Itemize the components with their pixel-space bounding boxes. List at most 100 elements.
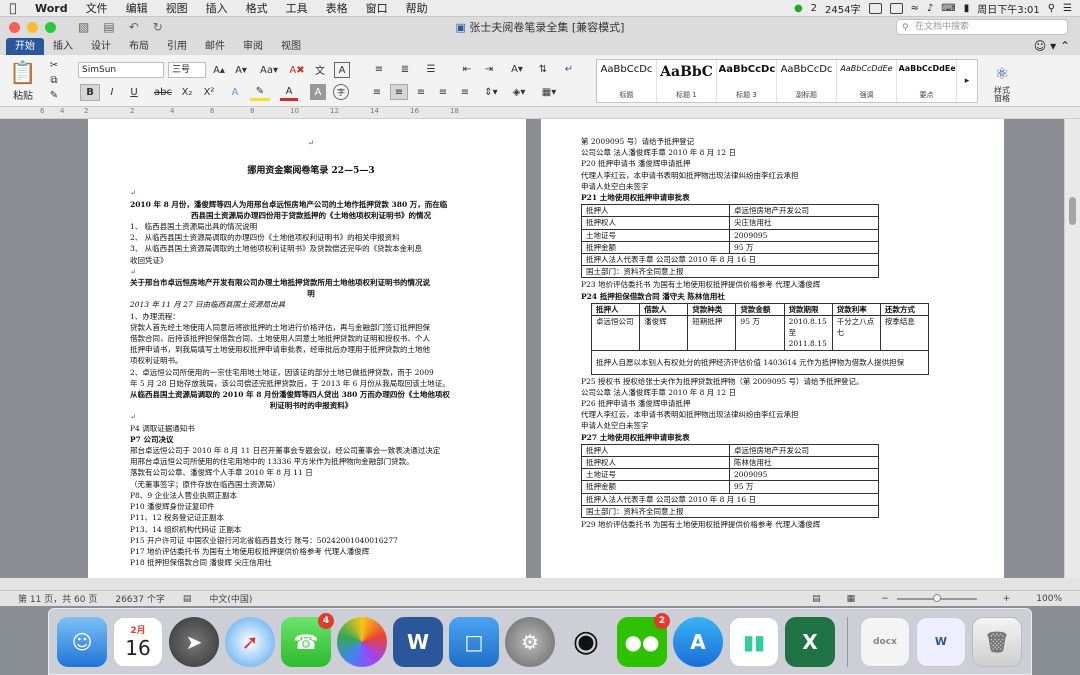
word-document-icon[interactable]: W [916, 616, 966, 667]
wechat-icon[interactable]: ●● 2 [617, 612, 670, 667]
word-count[interactable]: 26637 个字 [115, 592, 165, 605]
show-marks-icon[interactable]: ↵ [560, 61, 578, 77]
clear-format-icon[interactable]: A✖ [288, 62, 306, 78]
style-emphasis[interactable]: AaBbCcDdEe 强调 [837, 60, 897, 102]
collapse-ribbon-icon[interactable]: ⌃ [1060, 39, 1070, 53]
paste-icon[interactable]: 📋 [8, 59, 38, 87]
tray-app-icon[interactable] [889, 2, 903, 14]
calendar-icon[interactable]: 2月 16 [113, 616, 163, 667]
numbers-icon[interactable]: ▮▮ [729, 616, 779, 667]
subscript-button[interactable]: X₂ [178, 84, 196, 101]
print-layout-icon[interactable]: ▤ [812, 594, 821, 604]
multilevel-list-icon[interactable]: ☰ [420, 61, 442, 77]
clock-text[interactable]: 周日下午3:01 [977, 1, 1039, 16]
undo-icon[interactable]: ↶ [129, 20, 139, 34]
bullets-icon[interactable]: ≡ [368, 61, 390, 77]
redo-icon[interactable]: ↻ [153, 20, 163, 34]
horizontal-ruler[interactable]: 6 4 2 2 4 6 8 10 12 14 16 18 [0, 107, 1080, 119]
list-icon[interactable]: ☰ [1063, 3, 1072, 14]
trash-icon[interactable]: 🗑 [972, 616, 1022, 667]
keynote-icon[interactable]: □ [449, 616, 499, 667]
align-center-icon[interactable]: ≡ [390, 84, 408, 100]
format-painter-icon[interactable]: ✎ [46, 88, 62, 102]
styles-pane-button[interactable]: 样式 窗格 [986, 85, 1018, 105]
paste-button-label[interactable]: 粘贴 [8, 87, 38, 102]
increase-indent-icon[interactable]: ⇥ [480, 61, 498, 77]
tab-mailings[interactable]: 邮件 [196, 38, 234, 55]
proofing-icon[interactable]: ▤ [183, 594, 192, 604]
close-window-button[interactable] [9, 21, 20, 33]
zoom-slider[interactable] [896, 593, 977, 602]
shading-icon[interactable]: ◈▾ [508, 84, 530, 100]
language[interactable]: 中文(中国) [209, 592, 252, 605]
character-border-icon[interactable]: A [334, 62, 350, 78]
account-icon[interactable]: ☺ ▾ ⌃ [1034, 38, 1080, 55]
menu-help[interactable]: 帮助 [397, 0, 437, 16]
menu-window[interactable]: 窗口 [357, 0, 397, 16]
highlight-icon[interactable]: ✎ [250, 84, 270, 101]
page-count[interactable]: 第 11 页，共 60 页 [18, 592, 97, 605]
word-icon[interactable]: W [393, 616, 443, 667]
enclose-char-icon[interactable]: 字 [333, 84, 349, 100]
excel-icon[interactable]: X [785, 616, 835, 667]
font-size-select[interactable]: 三号 [168, 62, 206, 78]
facetime-icon[interactable]: ☎ 4 [281, 612, 334, 667]
launchpad-icon[interactable]: ➤ [169, 616, 219, 667]
zoom-in-icon[interactable]: + [1003, 594, 1011, 604]
tab-view[interactable]: 视图 [272, 38, 310, 55]
distributed-icon[interactable]: ≡ [456, 84, 474, 100]
menu-app-word[interactable]: Word [26, 2, 77, 15]
text-effects-icon[interactable]: A [226, 84, 244, 101]
system-preferences-icon[interactable]: ⚙ [505, 616, 555, 667]
photos-icon[interactable] [337, 616, 387, 667]
menu-insert[interactable]: 插入 [197, 0, 237, 16]
tab-layout[interactable]: 布局 [120, 38, 158, 55]
styles-pane-icon[interactable]: ⚛ [990, 63, 1014, 83]
qq-icon[interactable]: ◉ [561, 617, 611, 667]
change-case-icon[interactable]: Aa▾ [256, 62, 282, 78]
vertical-scrollbar[interactable] [1064, 119, 1080, 578]
sidebar-icon[interactable]: ▧ [78, 20, 89, 34]
cut-icon[interactable]: ✂ [46, 58, 62, 72]
document-page[interactable]: 第 2009095 号）请给予抵押登记 公司公章 法人潘俊辉手章 2010 年 … [541, 119, 1004, 578]
tab-review[interactable]: 审阅 [234, 38, 272, 55]
wifi-icon[interactable]: ≈ [911, 3, 919, 14]
align-left-icon[interactable]: ≡ [368, 84, 386, 100]
character-shading-icon[interactable]: A [310, 84, 326, 100]
menu-tools[interactable]: 工具 [277, 0, 317, 16]
zoom-out-icon[interactable]: − [881, 594, 889, 604]
document-search-input[interactable]: ⚲ 在文档中搜索 [896, 19, 1068, 35]
menu-format[interactable]: 格式 [237, 0, 277, 16]
font-name-select[interactable]: SimSun [78, 62, 164, 78]
volume-icon[interactable]: ♪ [927, 3, 933, 14]
sort-icon[interactable]: ⇅ [534, 61, 552, 77]
styles-more-icon[interactable]: ▸ [957, 60, 977, 102]
document-file-icon[interactable]: docx [860, 616, 910, 667]
tab-design[interactable]: 设计 [82, 38, 120, 55]
tab-insert[interactable]: 插入 [44, 38, 82, 55]
menu-edit[interactable]: 编辑 [117, 0, 157, 16]
style-title[interactable]: AaBbCcDc 标题 [597, 60, 657, 102]
menu-file[interactable]: 文件 [77, 0, 117, 16]
tab-home[interactable]: 开始 [6, 38, 44, 55]
asian-layout-icon[interactable]: A▾ [506, 61, 528, 77]
document-page[interactable]: ↵ 挪用资金案阅卷笔录 22—5—3 ↵ 2010 年 8 月份，潘俊辉等四人为… [88, 119, 526, 578]
italic-button[interactable]: I [104, 84, 120, 101]
app-store-icon[interactable]: A [673, 616, 723, 667]
style-heading-3[interactable]: AaBbCcDc 标题 3 [717, 60, 777, 102]
tab-references[interactable]: 引用 [158, 38, 196, 55]
wechat-tray-icon[interactable]: ● [794, 3, 803, 14]
style-strong[interactable]: AaBbCcDdEe 要点 [897, 60, 957, 102]
style-heading-1[interactable]: AaBbC 标题 1 [657, 60, 717, 102]
numbering-icon[interactable]: ≣ [394, 61, 416, 77]
zoom-window-button[interactable] [45, 21, 56, 33]
bold-button[interactable]: B [80, 84, 100, 101]
superscript-button[interactable]: X² [200, 84, 218, 101]
align-right-icon[interactable]: ≡ [412, 84, 430, 100]
underline-button[interactable]: U [124, 84, 144, 101]
justify-icon[interactable]: ≡ [434, 84, 452, 100]
decrease-indent-icon[interactable]: ⇤ [458, 61, 476, 77]
zoom-slider-knob[interactable] [932, 593, 941, 602]
borders-icon[interactable]: ▦▾ [538, 84, 560, 100]
line-spacing-icon[interactable]: ⇕▾ [480, 84, 502, 100]
